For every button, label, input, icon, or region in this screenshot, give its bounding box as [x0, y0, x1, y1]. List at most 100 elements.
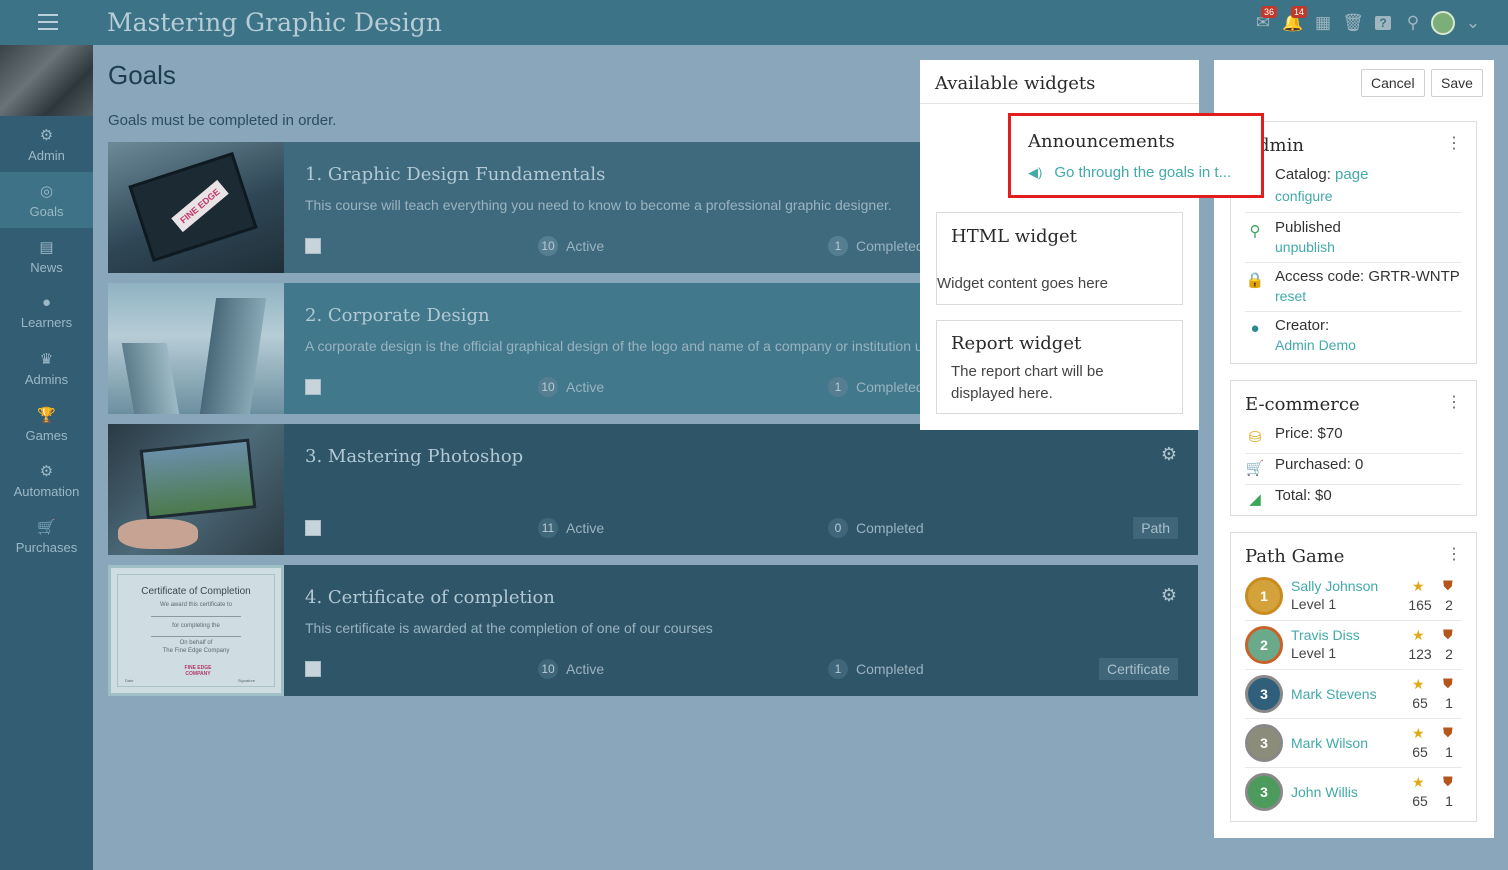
leaderboard-row[interactable]: 1 Sally Johnson Level 1 ★ ⛊ 165 2 — [1245, 572, 1462, 621]
course-checkbox[interactable] — [305, 520, 321, 536]
report-widget[interactable]: Report widget The report chart will be d… — [936, 320, 1183, 414]
course-title[interactable]: 3. Mastering Photoshop — [305, 446, 523, 467]
certificate-line: The Fine Edge Company — [162, 648, 230, 654]
more-options-icon[interactable]: ⋮ — [1446, 395, 1462, 411]
course-title[interactable]: 4. Certificate of completion — [305, 587, 555, 608]
course-title[interactable]: 2. Corporate Design — [305, 305, 490, 326]
completed-label: Completed — [856, 520, 924, 536]
html-widget-title: HTML widget — [951, 226, 1077, 247]
completed-count: 1 — [828, 236, 848, 256]
announcement-link[interactable]: ◀) Go through the goals in t... — [1028, 164, 1231, 181]
player-name[interactable]: Travis Diss — [1291, 627, 1360, 643]
course-checkbox[interactable] — [305, 661, 321, 677]
certificate-logo: FINE EDGE COMPANY — [184, 665, 212, 677]
sidebar-item-label: Admin — [28, 147, 65, 163]
sidebar-item-news[interactable]: ▤ News — [0, 228, 93, 284]
report-widget-body: The report chart will be displayed here. — [951, 363, 1104, 402]
course-title[interactable]: 1. Graphic Design Fundamentals — [305, 164, 605, 185]
ecommerce-box-title: E-commerce — [1245, 394, 1360, 415]
top-bar: Mastering Graphic Design ✉ 36 🔔 14 ▦ 🗑 ? ⚲… — [0, 0, 1508, 45]
active-label: Active — [566, 661, 605, 677]
shield-icon: ⛊ — [1443, 676, 1453, 691]
hamburger-menu-icon[interactable] — [38, 14, 58, 30]
published-row: ⚲ Published unpublish — [1245, 219, 1462, 263]
cart-icon: 🛒 — [1245, 460, 1265, 477]
search-icon[interactable]: ⚲ — [1398, 8, 1428, 38]
page-title: Goals — [108, 60, 176, 90]
active-count: 10 — [538, 659, 558, 679]
creator-link[interactable]: Admin Demo — [1275, 337, 1356, 353]
course-description: This course will teach everything you ne… — [305, 197, 892, 213]
course-card[interactable]: Certificate of Completion We award this … — [108, 565, 1198, 696]
leaderboard-row[interactable]: 3 Mark Wilson ★ ⛊ 65 1 — [1245, 719, 1462, 768]
active-stat: 10 Active — [538, 377, 604, 397]
active-label: Active — [566, 238, 605, 254]
sidebar-item-automation[interactable]: ⚙ Automation — [0, 452, 93, 508]
course-card[interactable]: 3. Mastering Photoshop ⚙ 11 Active 0 Compl… — [108, 424, 1198, 555]
catalog-label: Catalog: page — [1275, 166, 1369, 183]
player-name[interactable]: John Willis — [1291, 784, 1358, 800]
reset-link[interactable]: reset — [1275, 288, 1306, 304]
active-count: 10 — [538, 377, 558, 397]
leaderboard-row[interactable]: 3 Mark Stevens ★ ⛊ 65 1 — [1245, 670, 1462, 719]
sidebar-item-admin[interactable]: ⚙ Admin — [0, 116, 93, 172]
messages-icon[interactable]: ✉ 36 — [1248, 6, 1278, 38]
notifications-icon[interactable]: 🔔 14 — [1278, 6, 1308, 38]
target-icon: ◎ — [39, 182, 54, 200]
player-name[interactable]: Sally Johnson — [1291, 578, 1378, 594]
course-checkbox[interactable] — [305, 238, 321, 254]
avatar: 3 — [1245, 724, 1283, 762]
html-widget[interactable]: HTML widget Widget content goes here — [936, 212, 1183, 305]
trash-icon[interactable]: 🗑 — [1338, 8, 1368, 38]
sidebar-item-learners[interactable]: ● Learners — [0, 284, 93, 340]
completed-stat: 1 Completed — [828, 659, 924, 679]
certificate-signature: Signature — [237, 678, 255, 683]
unpublish-link[interactable]: unpublish — [1275, 239, 1335, 255]
player-name[interactable]: Mark Stevens — [1291, 686, 1377, 702]
app-title[interactable]: Mastering Graphic Design — [107, 8, 442, 37]
more-options-icon[interactable]: ⋮ — [1446, 547, 1462, 563]
help-icon[interactable]: ? — [1368, 8, 1398, 38]
player-name[interactable]: Mark Wilson — [1291, 735, 1368, 751]
gear-icon[interactable]: ⚙ — [1161, 444, 1177, 465]
sidebar-item-games[interactable]: 🏆 Games — [0, 396, 93, 452]
sidebar: ⚙ Admin ◎ Goals ▤ News ● Learners ♛ Admins 🏆 G… — [0, 45, 93, 870]
goals-subtitle: Goals must be completed in order. — [108, 112, 337, 129]
sidebar-item-purchases[interactable]: 🛒 Purchases — [0, 508, 93, 564]
catalog-configure-link[interactable]: configure — [1275, 188, 1333, 204]
sidebar-item-goals[interactable]: ◎ Goals — [0, 172, 93, 228]
save-button[interactable]: Save — [1431, 69, 1483, 97]
leaderboard-row[interactable]: 2 Travis Diss Level 1 ★ ⛊ 123 2 — [1245, 621, 1462, 670]
star-icon: ★ — [1412, 725, 1425, 741]
cancel-button[interactable]: Cancel — [1361, 69, 1425, 97]
purchased-label: Purchased: 0 — [1275, 456, 1364, 473]
price-row: ⛁ Price: $70 — [1245, 425, 1462, 454]
access-code-row: 🔒 Access code: GRTR-WNTP reset — [1245, 268, 1462, 312]
admin-box: Admin ⋮ ▣ Catalog: page configure ⚲ Publ… — [1230, 121, 1477, 364]
sidebar-item-admins[interactable]: ♛ Admins — [0, 340, 93, 396]
path-game-box: Path Game ⋮ 1 Sally Johnson Level 1 ★ ⛊ … — [1230, 532, 1477, 822]
sidebar-item-label: Automation — [13, 483, 80, 499]
course-checkbox[interactable] — [305, 379, 321, 395]
chevron-down-icon[interactable]: ⌄ — [1458, 8, 1488, 38]
user-icon: ● — [1250, 320, 1260, 337]
player-badges: 2 — [1445, 646, 1453, 662]
html-widget-body: Widget content goes here — [937, 275, 1108, 292]
avatar: 3 — [1245, 675, 1283, 713]
sidebar-item-label: Learners — [20, 315, 73, 330]
announcements-title: Announcements — [1028, 131, 1175, 152]
announcements-widget[interactable]: Announcements ◀) Go through the goals in … — [1008, 113, 1264, 198]
player-points: 65 — [1412, 793, 1428, 809]
leaderboard-row[interactable]: 3 John Willis ★ ⛊ 65 1 — [1245, 768, 1462, 817]
course-description: This certificate is awarded at the compl… — [305, 620, 713, 636]
purchased-row: 🛒 Purchased: 0 — [1245, 456, 1462, 485]
calendar-icon[interactable]: ▦ — [1308, 8, 1338, 38]
player-points: 165 — [1408, 597, 1432, 613]
course-cover-image — [0, 45, 93, 116]
catalog-page-link[interactable]: page — [1335, 166, 1368, 183]
search-icon: ⚲ — [1249, 223, 1261, 240]
user-avatar[interactable] — [1428, 8, 1458, 38]
more-options-icon[interactable]: ⋮ — [1446, 136, 1462, 152]
gear-icon[interactable]: ⚙ — [1161, 585, 1177, 606]
gear-icon: ⚙ — [39, 126, 54, 144]
